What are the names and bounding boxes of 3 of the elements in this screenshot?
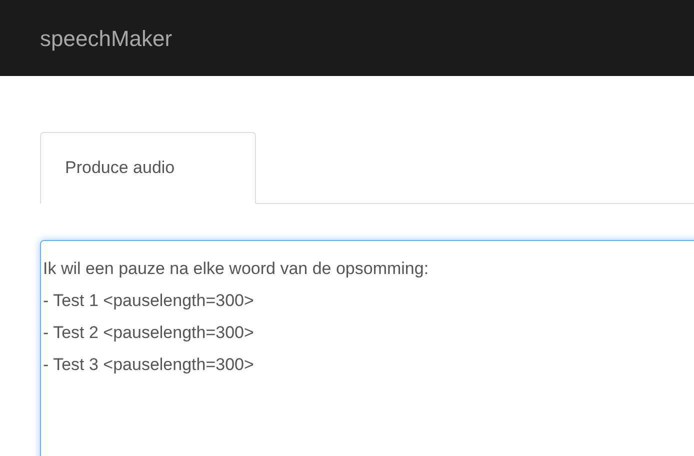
brand-title[interactable]: speechMaker bbox=[40, 22, 172, 54]
tab[interactable]: Produce audio bbox=[40, 132, 256, 204]
text-input-field[interactable]: Ik wil een pauze na elke woord van de opsomming: - Test 1 <pauselength=300> - Test 2 <pauselength=300> - Test 3 <pauselength=300> bbox=[40, 240, 694, 456]
